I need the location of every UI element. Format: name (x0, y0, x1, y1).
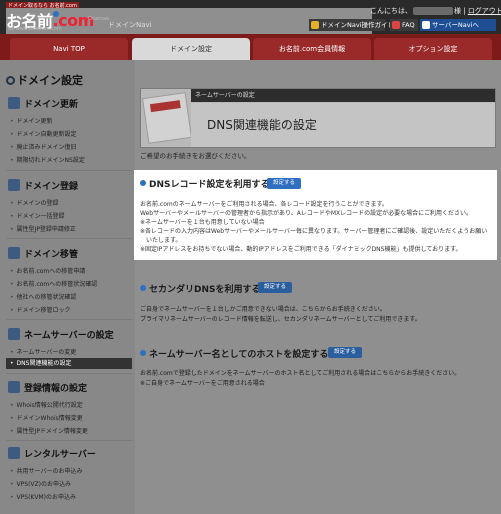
sidebar-item-register[interactable]: ドメインの登録 (10, 198, 59, 207)
server-icon (8, 328, 20, 340)
divider (6, 170, 132, 171)
domain-navi-title: ドメインNavi (108, 21, 152, 29)
sidebar-item-transfer-lock[interactable]: ドメイン移管ロック (10, 305, 71, 314)
page: ドメイン取るなら お名前.com お名前.com Onamae by www.o… (0, 0, 501, 514)
tab-option-settings[interactable]: オプション設定 (374, 38, 492, 60)
sidebar-section-registration-info: 登録情報の設定 (6, 378, 132, 396)
info-icon (8, 381, 20, 393)
section-label: 登録情報の設定 (24, 384, 88, 394)
bullet-dot-icon (140, 180, 146, 186)
divider (6, 373, 132, 374)
banner-category: ネームサーバーの設定 (191, 89, 495, 102)
dns-record-panel: DNSレコード設定を利用する 設定する お名前.comのネームサーバーをご利用さ… (134, 170, 497, 260)
logo-trademark: Onamae (88, 16, 110, 22)
section-label: ドメイン更新 (24, 100, 79, 110)
dns-record-text: ※各レコードの入力内容はWebサーバーやメールサーバー毎に異なります。サーバー管… (140, 228, 488, 235)
dns-record-text: ※固定IPアドレスをお持ちでない場合、動的IPアドレスをご利用できる「ダイナミッ… (140, 246, 462, 253)
question-icon (392, 21, 400, 29)
logo-url: by www.onamae.com (8, 26, 62, 32)
top-header: ドメイン取るなら お名前.com お名前.com Onamae by www.o… (0, 0, 501, 462)
sidebar-item-transfer-apply[interactable]: お名前.comへの移管申請 (10, 266, 86, 275)
page-title: DNS関連機能の設定 (191, 103, 495, 147)
sidebar-item-jp-info-change[interactable]: 属性型JPドメイン情報変更 (10, 426, 88, 435)
logout-link[interactable]: ログアウト (468, 7, 501, 15)
host-text: ※ご自身でネームサーバーをご用意される場合 (140, 380, 265, 387)
checkbox-icon (422, 21, 430, 29)
section-label: ドメイン移管 (24, 250, 79, 260)
secondary-dns-set-button[interactable]: 設定する (258, 282, 292, 293)
dns-record-text: いたします。 (140, 237, 182, 244)
tab-domain-settings[interactable]: ドメイン設定 (132, 38, 250, 60)
circle-icon (6, 76, 15, 85)
dns-record-text: Webサーバーやメールサーバーの管理者から指示があり、AレコードやMXレコードの… (140, 210, 472, 217)
tab-member-info[interactable]: お名前.com会員情報 (253, 38, 371, 60)
sidebar: ドメイン設定 ドメイン更新 ドメイン更新 ドメイン自動更新設定 廃止済みドメイン… (0, 60, 135, 514)
refresh-icon (8, 97, 20, 109)
sidebar-item-whois-proxy[interactable]: Whois情報公開代行設定 (10, 400, 83, 409)
secondary-dns-heading: セカンダリDNSを利用する (140, 282, 261, 295)
host-set-button[interactable]: 設定する (328, 347, 362, 358)
onamae-logo[interactable]: ドメイン取るなら お名前.com お名前.com Onamae by www.o… (6, 2, 372, 462)
sidebar-item-vps-kvm[interactable]: VPS(KVM)のお申込み (10, 492, 76, 501)
sidebar-item-whois-change[interactable]: ドメインWhois情報変更 (10, 413, 83, 422)
dns-record-text: ※ネームサーバーを１台も用意していない場合 (140, 219, 265, 226)
main-tabs: Navi TOP ドメイン設定 お名前.com会員情報 オプション設定 (0, 34, 501, 60)
sidebar-item-transfer-status[interactable]: お名前.comへの移管状況確認 (10, 279, 98, 288)
dns-record-set-button[interactable]: 設定する (267, 178, 301, 189)
section-label: レンタルサーバー (24, 450, 96, 460)
sidebar-section-registration: ドメイン登録 (6, 176, 132, 194)
sidebar-item-dns-settings[interactable]: DNS関連機能の設定 (6, 358, 132, 369)
secondary-dns-text: プライマリネームサーバーのレコード情報を転送し、セカンダリネームサーバーとしてご… (140, 316, 421, 323)
transfer-icon (8, 247, 20, 259)
bullet-dot-icon (140, 285, 146, 291)
main-content: ネームサーバーの設定 DNS関連機能の設定 ご希望のお手続きをお選びください。 … (135, 60, 501, 514)
divider (6, 238, 132, 239)
divider (6, 319, 132, 320)
sidebar-item-ns-change[interactable]: ネームサーバーの変更 (10, 347, 77, 356)
sidebar-item-renewal[interactable]: ドメイン更新 (10, 116, 53, 125)
section-label: ネームサーバーの設定 (24, 331, 114, 341)
user-greeting: こんにちは、様 | ログアウト (370, 7, 501, 15)
sidebar-section-renewal: ドメイン更新 (6, 94, 132, 112)
bullet-dot-icon (140, 350, 146, 356)
book-icon (311, 21, 319, 29)
sidebar-item-transfer-out-status[interactable]: 他社への移管状況確認 (10, 292, 77, 301)
sidebar-item-expired-ns[interactable]: 期限切れドメインNS設定 (10, 155, 85, 164)
host-text: お名前.comで登録したドメインをネームサーバーのホスト名としてご利用される場合… (140, 370, 461, 377)
rack-icon (8, 447, 20, 459)
booklet-illustration (142, 92, 192, 144)
plus-icon (8, 179, 20, 191)
faq-button[interactable]: FAQ (390, 19, 418, 31)
dns-record-heading: DNSレコード設定を利用する (140, 177, 270, 190)
sidebar-title: ドメイン設定 (6, 72, 83, 88)
sidebar-section-nameserver: ネームサーバーの設定 (6, 325, 132, 343)
dns-record-text: お名前.comのネームサーバーをご利用される場合、各レコード設定を行うことができ… (140, 201, 388, 208)
secondary-dns-text: ご自身でネームサーバーを１台しかご用意できない場合は、こちらからお手続きください… (140, 306, 386, 313)
tab-navi-top[interactable]: Navi TOP (10, 38, 128, 60)
intro-text: ご希望のお手続きをお選びください。 (140, 152, 251, 160)
operation-guide-button[interactable]: ドメインNavi操作ガイド (309, 19, 394, 31)
sidebar-item-auto-renewal[interactable]: ドメイン自動更新設定 (10, 129, 77, 138)
sidebar-item-shared-server[interactable]: 共用サーバーのお申込み (10, 466, 83, 475)
sidebar-item-vps-vz[interactable]: VPS(VZ)のお申込み (10, 479, 71, 488)
sidebar-item-jp-register[interactable]: 属性型JP登録申請修正 (10, 224, 76, 233)
masked-username (413, 7, 453, 15)
section-label: ドメイン登録 (24, 182, 79, 192)
sidebar-item-restore[interactable]: 廃止済みドメイン復旧 (10, 142, 77, 151)
sidebar-item-bulk-register[interactable]: ドメイン一括登録 (10, 211, 65, 220)
sidebar-section-transfer: ドメイン移管 (6, 244, 132, 262)
divider (6, 440, 132, 441)
host-heading: ネームサーバー名としてのホストを設定する (140, 347, 328, 360)
page-banner: ネームサーバーの設定 DNS関連機能の設定 (140, 88, 496, 148)
sidebar-section-rental-server: レンタルサーバー (6, 444, 132, 462)
server-navi-button[interactable]: サーバーNaviへ (420, 19, 496, 31)
